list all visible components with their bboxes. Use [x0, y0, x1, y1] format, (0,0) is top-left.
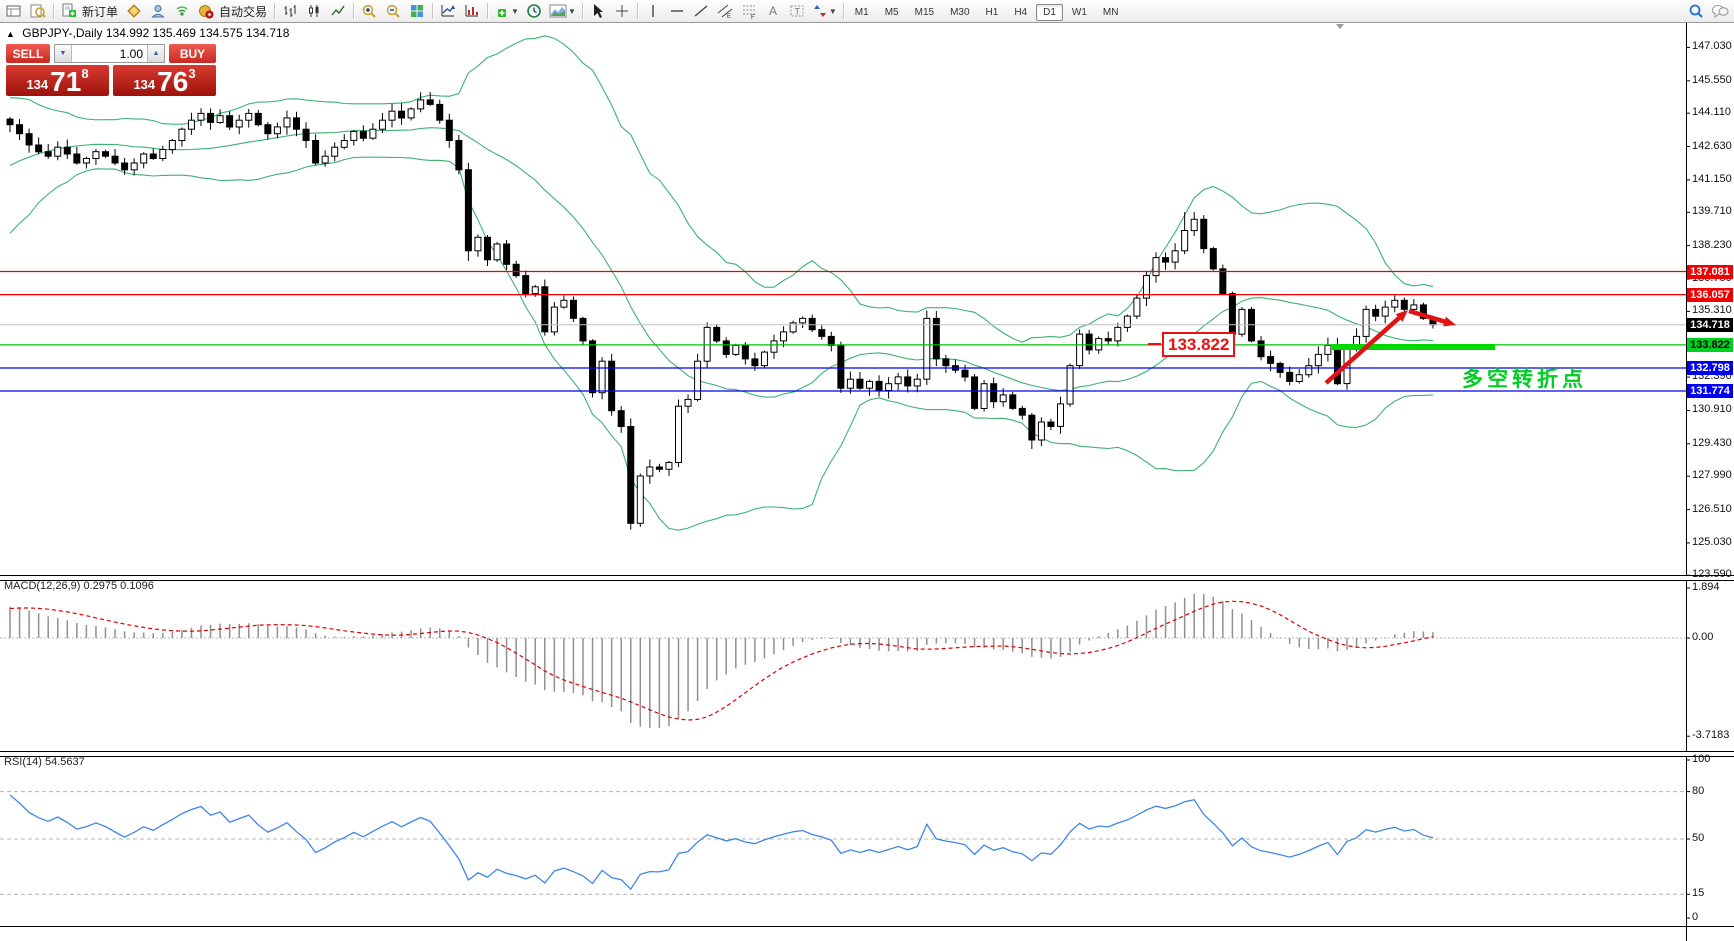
sell-price-point: 8 [81, 66, 89, 81]
history-center-icon[interactable] [122, 1, 146, 21]
chevron-down-icon: ▼ [828, 6, 837, 16]
crosshair-icon[interactable] [610, 1, 634, 21]
toolbar-separator [636, 3, 638, 19]
text-icon[interactable]: A [761, 1, 785, 21]
support-bar[interactable] [1332, 344, 1495, 350]
arrows-tool-icon[interactable]: ▼ [809, 1, 840, 21]
collapse-triangle-icon[interactable]: ▲ [6, 29, 15, 39]
toolbar-separator [842, 3, 844, 19]
timeframe-MN[interactable]: MN [1096, 4, 1126, 21]
svg-text:F: F [751, 15, 755, 19]
horizontal-line-icon[interactable] [665, 1, 689, 21]
rsi-pane [0, 791, 1686, 895]
line-chart-icon[interactable] [326, 1, 350, 21]
symbol-period-label: GBPJPY-,Daily [22, 26, 103, 40]
toolbar-separator [487, 3, 489, 19]
toolbar-separator [274, 3, 276, 19]
volume-input[interactable] [72, 45, 147, 62]
template-icon[interactable]: ▼ [546, 1, 579, 21]
timeframe-D1[interactable]: D1 [1036, 4, 1063, 21]
add-indicator-button[interactable]: ▼ [491, 1, 522, 21]
chart-shift-marker[interactable] [1336, 24, 1344, 29]
timeframe-group: M1 M5 M15 M30 H1 H4 D1 W1 MN [847, 2, 1127, 21]
search-icon[interactable] [1684, 1, 1708, 21]
svg-text:T: T [794, 7, 800, 17]
price-axis-frame [1686, 23, 1690, 941]
toolbar-separator [353, 3, 355, 19]
indicator-list-icon[interactable] [460, 1, 484, 21]
volume-increase-button[interactable]: ▲ [147, 45, 164, 62]
one-click-trading-panel: SELL ▼ ▲ BUY 134 71 8 134 76 3 [6, 44, 216, 96]
price-flag-dash [1148, 343, 1161, 345]
volume-decrease-button[interactable]: ▼ [55, 45, 72, 62]
sell-price-display[interactable]: 134 71 8 [6, 65, 109, 96]
zoom-out-icon[interactable] [381, 1, 405, 21]
fibonacci-icon[interactable]: F [737, 1, 761, 21]
vertical-line-icon[interactable] [641, 1, 665, 21]
mt4-terminal: 新订单 自动交易 ▼ ▼ E F A T ▼ M1 M5 M15 M30 H1 H4 D1 [0, 0, 1734, 941]
buy-price-display[interactable]: 134 76 3 [113, 65, 216, 96]
pane-separator-macd[interactable] [0, 575, 1734, 581]
candlestick-chart-icon[interactable] [302, 1, 326, 21]
macd-pane [0, 594, 1686, 728]
svg-text:A: A [769, 4, 777, 18]
cursor-icon[interactable] [586, 1, 610, 21]
turning-point-note[interactable]: 多空转折点 [1462, 363, 1587, 393]
buy-price-point: 3 [188, 66, 196, 81]
timeframe-M5[interactable]: M5 [878, 4, 906, 21]
toolbar-separator [53, 3, 54, 19]
trendline-icon[interactable] [689, 1, 713, 21]
equidistant-channel-icon[interactable]: E [713, 1, 737, 21]
buy-price-pips: 76 [157, 66, 189, 97]
tile-windows-icon[interactable] [405, 1, 429, 21]
bar-chart-icon[interactable] [278, 1, 302, 21]
zoom-in-icon[interactable] [357, 1, 381, 21]
chart-title: ▲ GBPJPY-,Daily 134.992 135.469 134.575 … [6, 26, 289, 40]
ohlc-values: 134.992 135.469 134.575 134.718 [105, 26, 290, 40]
timeframe-M1[interactable]: M1 [848, 4, 876, 21]
chat-icon[interactable] [1708, 1, 1732, 21]
signal-icon[interactable] [170, 1, 194, 21]
new-order-button[interactable]: 新订单 [82, 3, 118, 20]
trend-arrow[interactable] [1443, 316, 1456, 327]
preview-icon[interactable] [26, 1, 50, 21]
volume-widget: ▼ ▲ [54, 44, 165, 63]
timeframe-H4[interactable]: H4 [1007, 4, 1034, 21]
pane-separator-rsi[interactable] [0, 751, 1734, 757]
timeframe-M30[interactable]: M30 [943, 4, 976, 21]
text-label-icon[interactable]: T [785, 1, 809, 21]
toolbar-separator [581, 3, 583, 19]
chevron-down-icon: ▼ [567, 6, 576, 16]
sell-button[interactable]: SELL [6, 44, 50, 63]
sell-price-pips: 71 [50, 66, 82, 97]
timeframe-H1[interactable]: H1 [979, 4, 1006, 21]
chevron-down-icon: ▼ [511, 6, 519, 16]
svg-text:E: E [727, 14, 731, 19]
auto-trading-icon[interactable] [194, 1, 218, 21]
timeframe-W1[interactable]: W1 [1065, 4, 1094, 21]
price-flag-label[interactable]: 133.822 [1162, 332, 1236, 357]
toolbar: 新订单 自动交易 ▼ ▼ E F A T ▼ M1 M5 M15 M30 H1 H4 D1 [0, 0, 1734, 23]
buy-price-figure: 134 [133, 77, 156, 92]
market-watch-icon[interactable] [146, 1, 170, 21]
toolbar-separator [432, 3, 434, 19]
period-clock-icon[interactable] [522, 1, 546, 21]
new-order-icon[interactable] [57, 1, 81, 21]
new-indicator-window-icon[interactable] [436, 1, 460, 21]
chart-canvas[interactable] [0, 0, 1734, 941]
timeframe-M15[interactable]: M15 [908, 4, 941, 21]
candles [6, 92, 1437, 530]
auto-trading-button[interactable]: 自动交易 [219, 3, 267, 20]
date-axis-border [0, 926, 1734, 927]
buy-button[interactable]: BUY [169, 44, 216, 63]
terminal-icon[interactable] [2, 1, 26, 21]
sell-price-figure: 134 [26, 77, 49, 92]
